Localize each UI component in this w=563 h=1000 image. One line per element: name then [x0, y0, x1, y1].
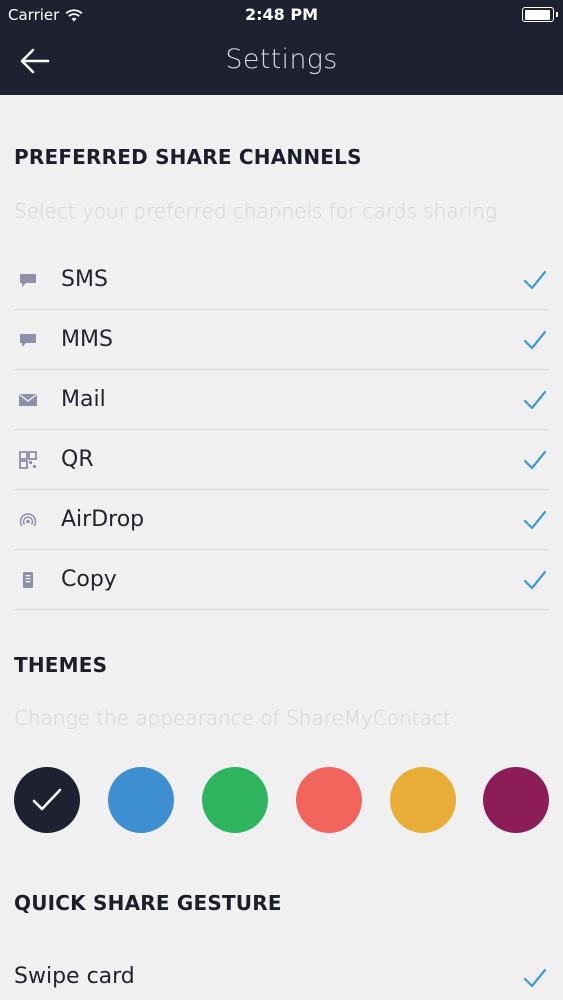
- chat-bubble-icon: [20, 334, 36, 347]
- gesture-option-swipe-card[interactable]: Swipe card: [14, 950, 549, 1000]
- channel-row-mms[interactable]: MMS: [14, 310, 549, 370]
- theme-swatch-blue[interactable]: [108, 767, 174, 833]
- themes-subtitle: Change the appearance of ShareMyContact: [14, 706, 451, 730]
- theme-swatch-green[interactable]: [202, 767, 268, 833]
- clipboard-icon: [23, 572, 33, 588]
- share-channels-title: PREFERRED SHARE CHANNELS: [14, 145, 362, 169]
- channel-row-qr[interactable]: QR: [14, 430, 549, 490]
- qr-code-icon: [19, 451, 37, 469]
- channel-label: MMS: [61, 327, 113, 352]
- channel-row-mail[interactable]: Mail: [14, 370, 549, 430]
- gesture-title: QUICK SHARE GESTURE: [14, 891, 282, 915]
- theme-color-picker: [14, 767, 549, 833]
- envelope-icon: [19, 393, 37, 406]
- channel-row-sms[interactable]: SMS: [14, 250, 549, 310]
- page-title: Settings: [225, 44, 338, 75]
- theme-swatch-yellow[interactable]: [390, 767, 456, 833]
- share-channels-subtitle: Select your preferred channels for cards…: [14, 199, 498, 223]
- status-bar: Carrier 2:48 PM: [0, 0, 563, 30]
- chat-bubble-icon: [20, 274, 36, 287]
- channel-label: QR: [61, 447, 94, 472]
- share-channels-list: SMS MMS Mail QR AirDrop Copy: [14, 250, 549, 610]
- check-icon: [523, 450, 547, 470]
- status-time: 2:48 PM: [244, 5, 318, 24]
- check-icon: [523, 510, 547, 530]
- channel-row-copy[interactable]: Copy: [14, 550, 549, 610]
- check-icon: [32, 788, 62, 811]
- channel-label: Mail: [61, 387, 106, 412]
- check-icon: [523, 968, 547, 988]
- check-icon: [523, 270, 547, 290]
- theme-swatch-red[interactable]: [296, 767, 362, 833]
- channel-row-airdrop[interactable]: AirDrop: [14, 490, 549, 550]
- theme-swatch-dark[interactable]: [14, 767, 80, 833]
- themes-title: THEMES: [14, 653, 108, 677]
- check-icon: [523, 390, 547, 410]
- channel-label: AirDrop: [61, 507, 145, 532]
- check-icon: [523, 330, 547, 350]
- airdrop-icon: [19, 513, 37, 527]
- channel-label: Copy: [61, 567, 117, 592]
- check-icon: [523, 570, 547, 590]
- nav-bar: Carrier 2:48 PM Settings: [0, 0, 563, 95]
- theme-swatch-purple[interactable]: [483, 767, 549, 833]
- battery-icon: [522, 7, 558, 22]
- channel-label: SMS: [61, 267, 108, 292]
- gesture-option-label: Swipe card: [14, 964, 135, 989]
